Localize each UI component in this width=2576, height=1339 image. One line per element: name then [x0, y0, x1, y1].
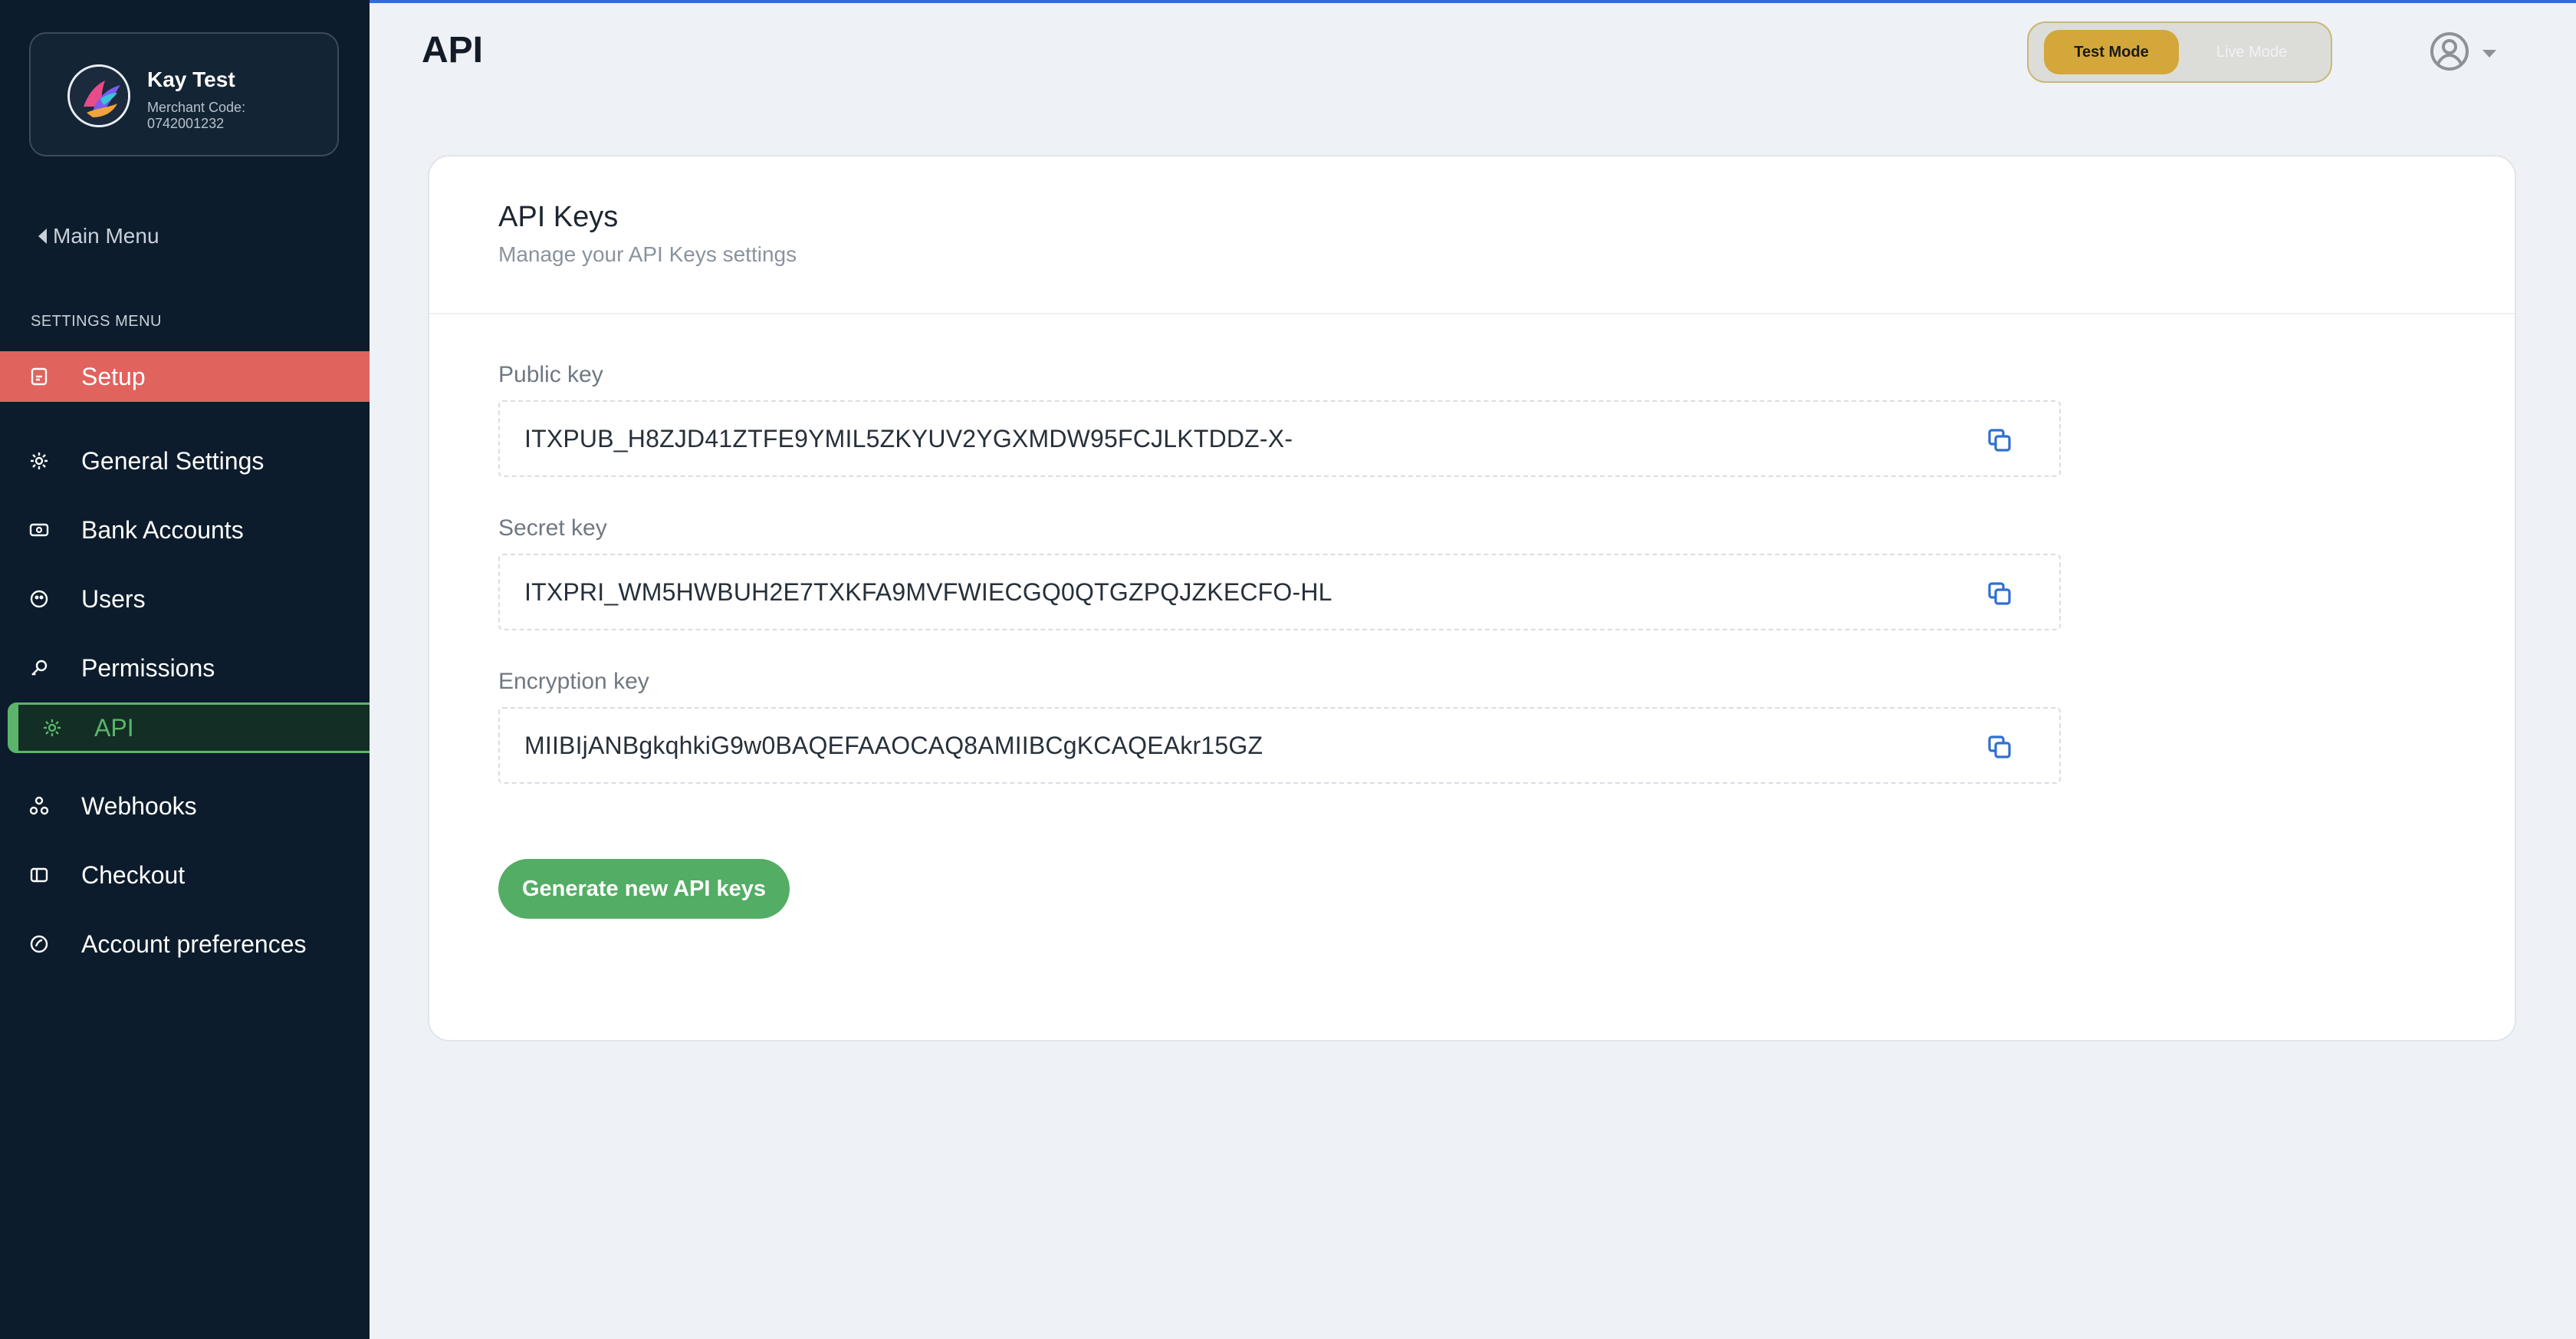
sidebar-item-label: Account preferences	[81, 929, 307, 958]
card-title: API Keys	[498, 201, 619, 233]
settings-menu-heading: SETTINGS MENU	[31, 313, 162, 330]
card-subtitle: Manage your API Keys settings	[498, 242, 797, 266]
user-menu[interactable]	[2429, 31, 2496, 76]
checkout-icon	[28, 864, 51, 887]
main-menu-link[interactable]: Main Menu	[38, 224, 159, 248]
merchant-name: Kay Test	[147, 67, 235, 91]
generate-api-keys-button[interactable]: Generate new API keys	[498, 859, 790, 919]
merchant-code-value: 0742001232	[147, 116, 225, 131]
gear-icon	[28, 449, 51, 472]
sidebar-item-label: Setup	[81, 362, 146, 390]
encryption-key-label: Encryption key	[498, 669, 649, 694]
card-header: API Keys Manage your API Keys settings	[429, 156, 2515, 314]
main-menu-label: Main Menu	[53, 224, 159, 248]
page-title: API	[422, 30, 484, 71]
merchant-code-label: Merchant Code:	[147, 100, 246, 115]
secret-key-field[interactable]: ITXPRI_WM5HWBUH2E7TXKFA9MVFWIECGQ0QTGZPQ…	[498, 554, 2061, 630]
sidebar-item-webhooks[interactable]: Webhooks	[0, 781, 370, 831]
sidebar-item-label: Users	[81, 584, 146, 613]
secret-key-label: Secret key	[498, 515, 607, 541]
top-accent-line	[0, 0, 2576, 3]
sidebar-item-label: API	[94, 713, 134, 742]
merchant-code: Merchant Code: 0742001232	[147, 100, 308, 132]
merchant-logo	[67, 64, 130, 127]
sidebar-item-label: Webhooks	[81, 791, 197, 820]
user-avatar-icon	[2429, 31, 2470, 76]
sidebar-item-permissions[interactable]: Permissions	[0, 643, 370, 693]
encryption-key-field[interactable]: MIIBIjANBgkqhkiG9w0BAQEFAAOCAQ8AMIIBCgKC…	[498, 707, 2061, 784]
bank-icon	[28, 518, 51, 541]
secret-key-value: ITXPRI_WM5HWBUH2E7TXKFA9MVFWIECGQ0QTGZPQ…	[524, 577, 1332, 606]
sidebar-item-users[interactable]: Users	[0, 574, 370, 624]
sidebar-item-bank-accounts[interactable]: Bank Accounts	[0, 505, 370, 555]
sidebar-item-account-preferences[interactable]: Account preferences	[0, 919, 370, 969]
mode-toggle[interactable]: Test Mode Live Mode	[2027, 21, 2332, 83]
public-key-value: ITXPUB_H8ZJD41ZTFE9YMIL5ZKYUV2YGXMDW95FC…	[524, 424, 1293, 452]
webhooks-icon	[28, 795, 51, 818]
key-icon	[28, 656, 51, 679]
merchant-card[interactable]: Kay Test Merchant Code: 0742001232	[29, 32, 339, 156]
sidebar-item-label: Permissions	[81, 653, 215, 682]
sidebar-item-setup[interactable]: Setup	[0, 351, 370, 402]
encryption-key-value: MIIBIjANBgkqhkiG9w0BAQEFAAOCAQ8AMIIBCgKC…	[524, 731, 1263, 759]
live-mode-button[interactable]: Live Mode	[2194, 30, 2309, 74]
sidebar-item-label: Bank Accounts	[81, 515, 244, 544]
sidebar-item-general-settings[interactable]: General Settings	[0, 436, 370, 486]
copy-icon[interactable]	[1986, 733, 2013, 761]
copy-icon[interactable]	[1986, 426, 2013, 454]
setup-icon	[28, 365, 51, 388]
public-key-label: Public key	[498, 362, 603, 387]
sidebar: Kay Test Merchant Code: 0742001232 Main …	[0, 0, 370, 1339]
public-key-field[interactable]: ITXPUB_H8ZJD41ZTFE9YMIL5ZKYUV2YGXMDW95FC…	[498, 400, 2061, 477]
gear-icon	[41, 716, 64, 739]
test-mode-button[interactable]: Test Mode	[2044, 30, 2179, 74]
sidebar-item-api[interactable]: API	[8, 702, 370, 753]
sidebar-item-label: General Settings	[81, 446, 264, 475]
caret-left-icon	[38, 229, 47, 244]
chevron-down-icon	[2482, 49, 2496, 58]
copy-icon[interactable]	[1986, 580, 2013, 607]
sidebar-item-label: Checkout	[81, 860, 186, 889]
sidebar-item-checkout[interactable]: Checkout	[0, 850, 370, 900]
preferences-icon	[28, 933, 51, 956]
api-keys-card: API Keys Manage your API Keys settings P…	[428, 155, 2516, 1041]
users-icon	[28, 587, 51, 610]
